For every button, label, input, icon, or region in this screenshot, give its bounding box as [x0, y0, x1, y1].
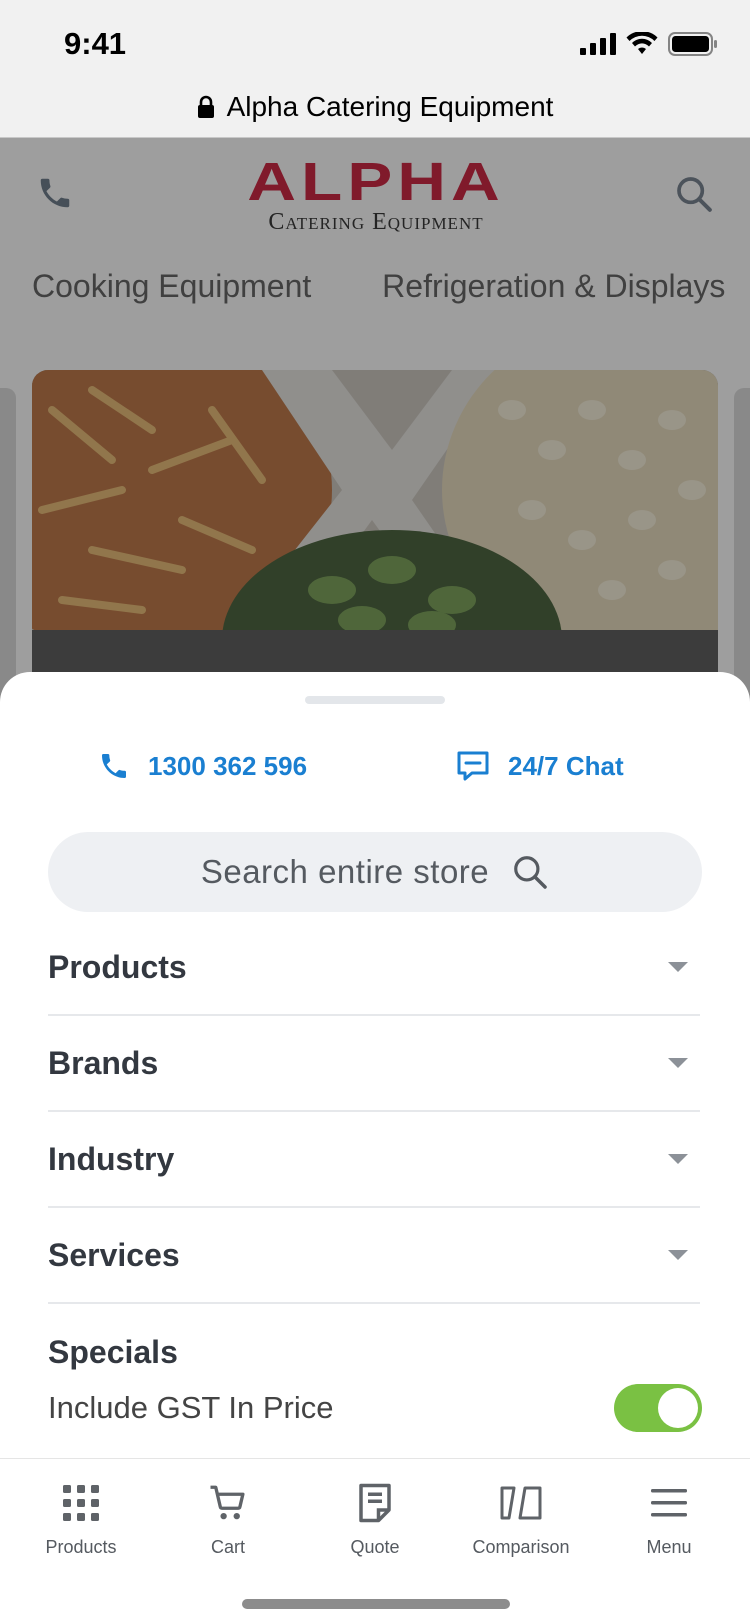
menu-icon [651, 1489, 687, 1517]
chat-icon [457, 751, 489, 781]
chevron-down-icon [668, 1154, 688, 1164]
contact-row: 1300 362 596 24/7 Chat [0, 750, 750, 790]
cart-icon [210, 1485, 245, 1520]
tab-cart[interactable]: Cart [153, 1481, 303, 1558]
battery-icon [668, 32, 717, 56]
search-icon[interactable] [511, 853, 549, 891]
tab-bar: Products Cart Quote Comparison Menu [0, 1458, 750, 1624]
menu-item-industry[interactable]: Industry [48, 1112, 700, 1208]
tab-products[interactable]: Products [6, 1481, 156, 1558]
gst-label: Include GST In Price [48, 1390, 334, 1425]
tab-menu[interactable]: Menu [594, 1481, 744, 1558]
menu-item-label: Services [48, 1236, 180, 1273]
phone-icon [102, 754, 126, 778]
tab-quote[interactable]: Quote [300, 1481, 450, 1558]
lock-icon [197, 95, 214, 118]
menu-item-label: Industry [48, 1140, 175, 1177]
chevron-down-icon [668, 1058, 688, 1068]
signal-icon [580, 33, 616, 55]
menu-item-brands[interactable]: Brands [48, 1016, 700, 1112]
search-placeholder: Search entire store [200, 853, 490, 890]
url-bar[interactable]: Alpha Catering Equipment [0, 76, 750, 138]
wifi-icon [626, 32, 658, 54]
menu-list: Products Brands Industry Services Specia… [48, 920, 700, 1400]
search-input[interactable]: Search entire store [48, 832, 702, 912]
phone-number: 1300 362 596 [148, 750, 308, 781]
chat-label: 24/7 Chat [508, 750, 624, 781]
tab-label: Comparison [472, 1537, 570, 1557]
menu-item-label: Brands [48, 1044, 159, 1081]
home-indicator [242, 1599, 510, 1609]
menu-item-label: Specials [48, 1333, 178, 1370]
chevron-down-icon [668, 962, 688, 972]
status-time: 9:41 [64, 26, 127, 61]
toggle-knob [658, 1388, 698, 1428]
tab-label: Cart [210, 1537, 245, 1557]
tab-comparison[interactable]: Comparison [446, 1481, 596, 1558]
grid-icon [63, 1485, 99, 1521]
call-link[interactable]: 1300 362 596 [98, 750, 307, 782]
chevron-down-icon [668, 1250, 688, 1260]
tab-label: Quote [350, 1537, 400, 1557]
url-title: Alpha Catering Equipment [226, 90, 554, 122]
menu-item-services[interactable]: Services [48, 1208, 700, 1304]
gst-toggle[interactable] [614, 1384, 702, 1432]
chat-link[interactable]: 24/7 Chat [456, 750, 624, 782]
menu-item-label: Products [48, 948, 187, 985]
comparison-icon [500, 1486, 542, 1520]
menu-item-products[interactable]: Products [48, 920, 700, 1016]
quote-icon [359, 1483, 391, 1523]
status-icons [580, 32, 718, 56]
sheet-grabber[interactable] [305, 696, 445, 704]
gst-toggle-row: Include GST In Price [48, 1378, 702, 1438]
status-bar: 9:41 [0, 0, 750, 80]
tab-label: Menu [646, 1537, 692, 1557]
tab-label: Products [45, 1537, 117, 1557]
